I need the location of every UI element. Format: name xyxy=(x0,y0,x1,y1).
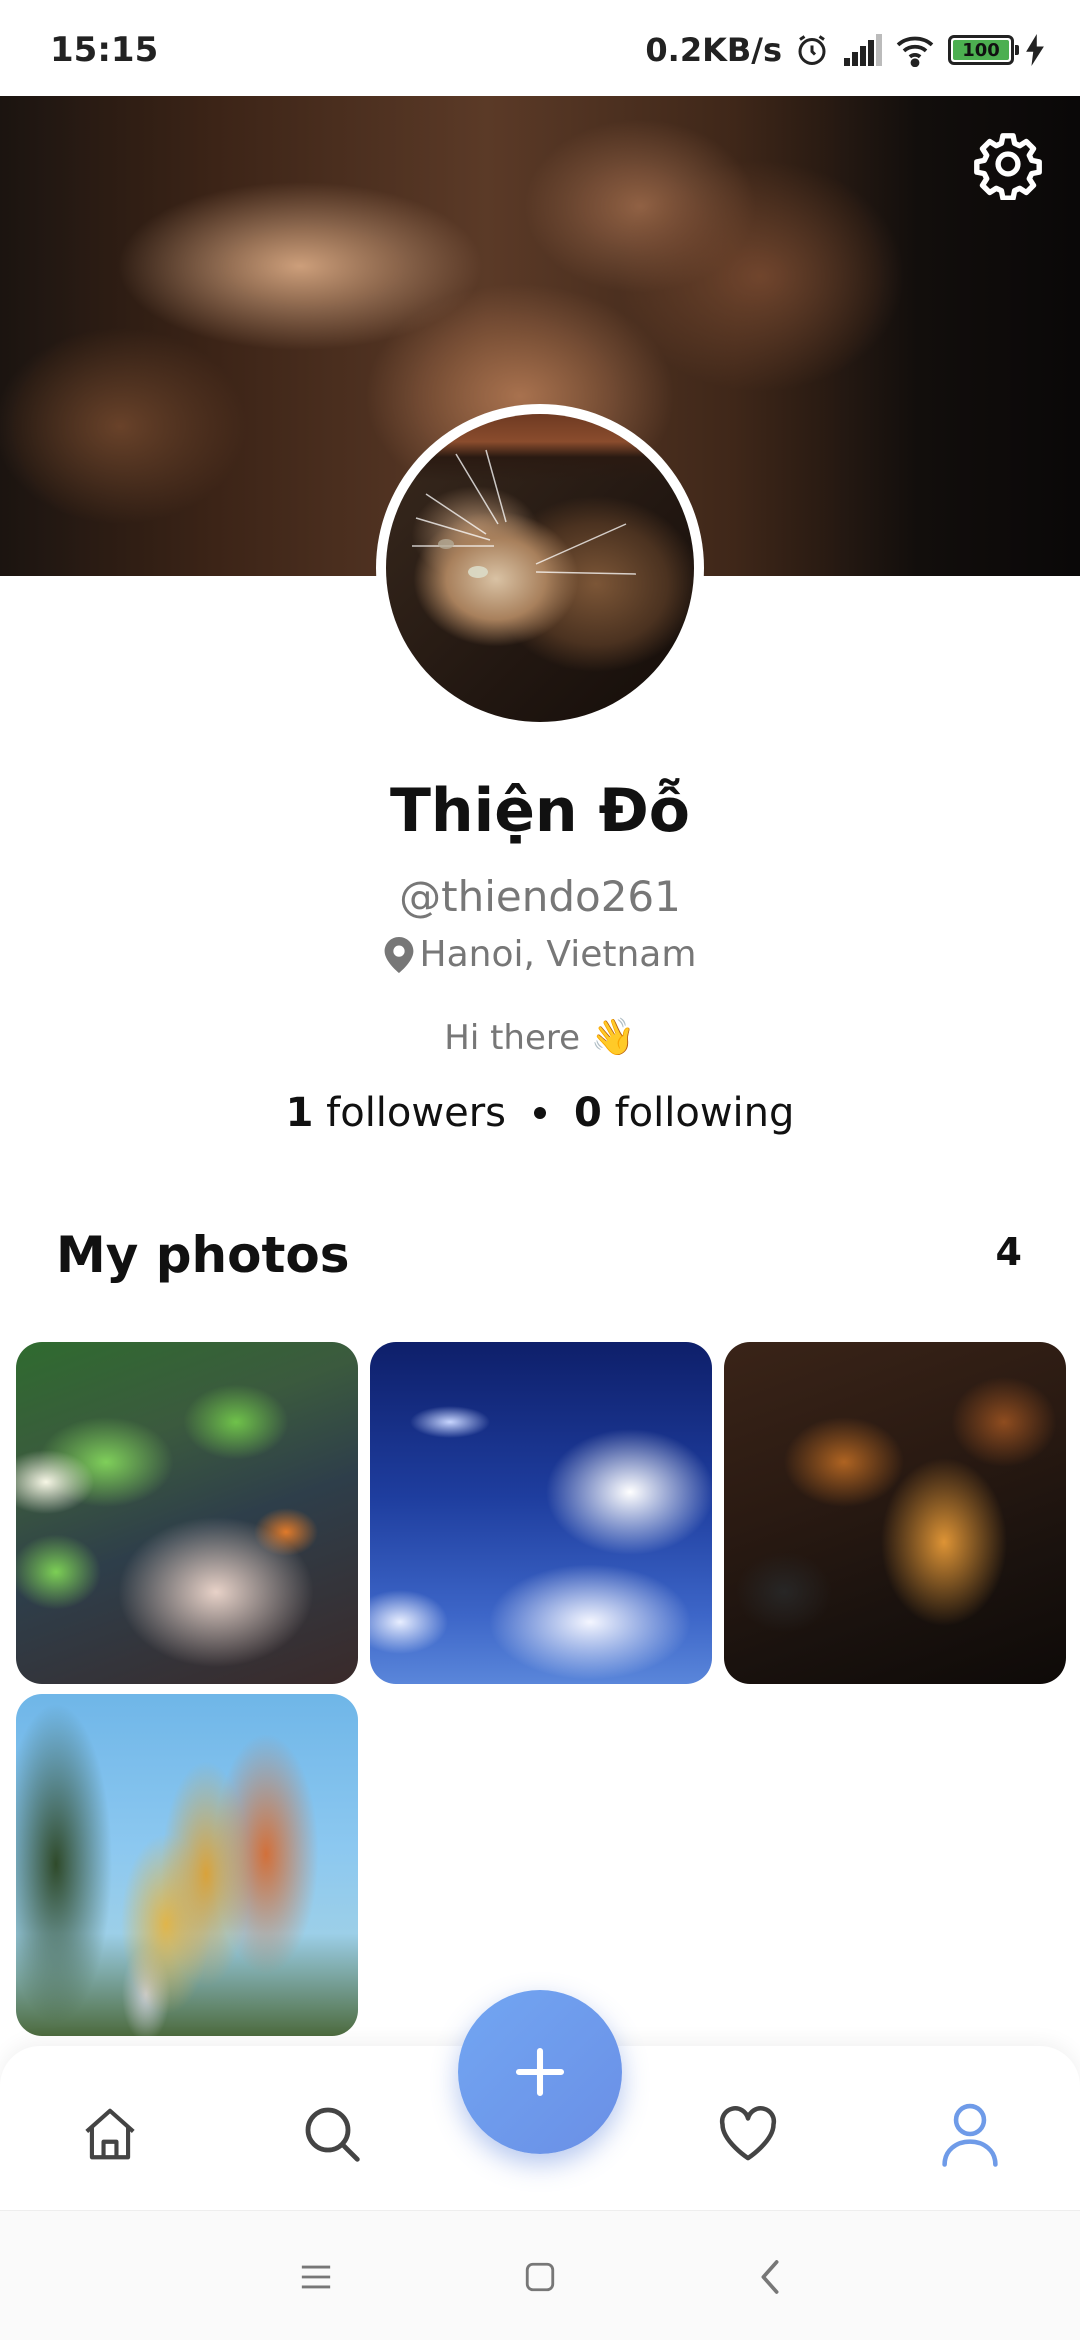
location-pin-icon xyxy=(384,936,413,973)
followers-stat[interactable]: 1 followers xyxy=(286,1090,506,1136)
battery-icon: 100 xyxy=(948,35,1019,65)
nav-favorites[interactable] xyxy=(712,2098,784,2170)
charging-icon xyxy=(1026,34,1044,66)
settings-button[interactable] xyxy=(972,128,1044,200)
nav-search[interactable] xyxy=(296,2098,368,2170)
search-icon xyxy=(305,2107,360,2162)
home-square-icon xyxy=(525,2262,555,2292)
photo-thumbnail-pond[interactable] xyxy=(16,1342,358,1684)
battery-level: 100 xyxy=(953,40,1009,61)
status-icons: 0.2KB/s 100 xyxy=(645,28,1044,72)
nav-home[interactable] xyxy=(74,2098,146,2170)
photo-thumbnail-city-night[interactable] xyxy=(724,1342,1066,1684)
system-back-button[interactable] xyxy=(740,2247,800,2307)
avatar[interactable] xyxy=(376,404,704,732)
add-photo-button[interactable] xyxy=(458,1990,622,2154)
system-home-button[interactable] xyxy=(510,2247,570,2307)
photos-section-title: My photos xyxy=(56,1226,350,1284)
waving-hand-icon: 👋 xyxy=(590,1017,636,1058)
profile-icon xyxy=(942,2103,998,2167)
profile-stats: 1 followers 0 following xyxy=(0,1090,1080,1136)
profile-bio: Hi there 👋 xyxy=(0,1016,1080,1058)
following-count: 0 xyxy=(574,1090,602,1136)
nav-profile[interactable] xyxy=(934,2098,1006,2170)
system-menu-button[interactable] xyxy=(286,2247,346,2307)
net-speed: 0.2KB/s xyxy=(645,31,782,69)
followers-count: 1 xyxy=(285,1090,314,1136)
following-label: following xyxy=(614,1090,795,1136)
heart-icon xyxy=(719,2106,777,2161)
avatar-image xyxy=(386,414,694,722)
bio-text: Hi there xyxy=(444,1018,581,1058)
photos-count: 4 xyxy=(995,1230,1022,1274)
photo-thumbnail-sky[interactable] xyxy=(370,1342,712,1684)
status-bar: 15:15 0.2KB/s 100 xyxy=(0,0,1080,96)
alarm-icon xyxy=(794,32,830,68)
status-time: 15:15 xyxy=(50,30,159,70)
profile-name: Thiện Đỗ xyxy=(390,776,690,846)
add-icon xyxy=(515,2047,565,2097)
profile-handle: @thiendo261 xyxy=(399,872,681,921)
signal-icon xyxy=(842,34,882,66)
following-stat[interactable]: 0 following xyxy=(574,1090,794,1136)
followers-label: followers xyxy=(326,1090,507,1136)
system-navigation-bar xyxy=(0,2210,1080,2340)
photo-thumbnail-autumn-trees[interactable] xyxy=(16,1694,358,2036)
wifi-icon xyxy=(894,33,936,67)
back-icon xyxy=(761,2260,779,2294)
gear-icon xyxy=(974,133,1042,200)
home-icon xyxy=(85,2108,135,2160)
stats-separator xyxy=(534,1107,547,1119)
profile-location: Hanoi, Vietnam xyxy=(0,934,1080,975)
location-text: Hanoi, Vietnam xyxy=(419,934,697,975)
menu-icon xyxy=(301,2265,331,2289)
